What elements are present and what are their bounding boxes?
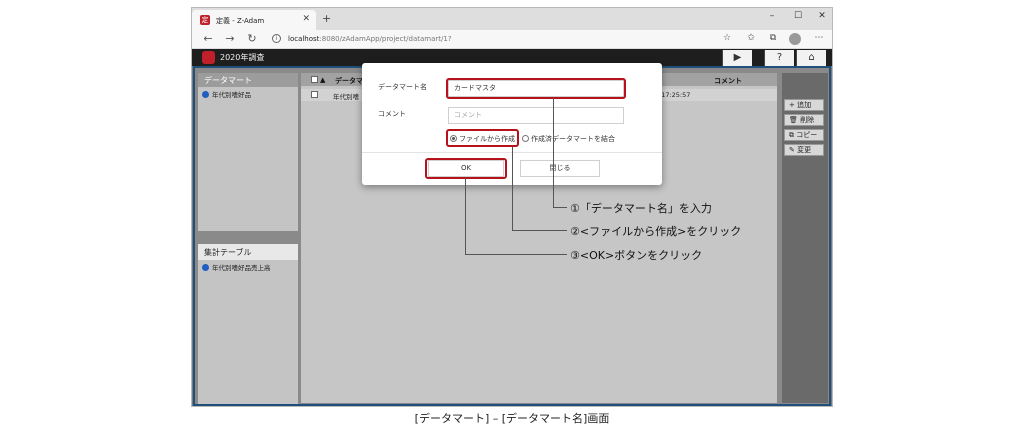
more-menu-icon[interactable]: ⋯: [812, 33, 826, 43]
figure-caption: [データマート] – [データマート名]画面: [414, 412, 610, 425]
project-title: 2020年調査: [220, 53, 265, 62]
datamart-item-label: 年代別嗜好品: [212, 91, 251, 99]
aggregate-item-label: 年代別嗜好品売上高: [212, 264, 271, 272]
datamart-list-item[interactable]: 年代別嗜好品: [198, 87, 298, 101]
favorites-list-icon[interactable]: ✩: [744, 33, 758, 43]
callout-line-1-v: [553, 98, 554, 208]
tab-bar: 定 定義 - Z-Adam ✕ + – ☐ ✕: [192, 8, 832, 30]
pencil-icon: ✎: [789, 146, 795, 154]
help-button[interactable]: ?: [764, 50, 794, 66]
highlight-ok-button: [425, 158, 507, 179]
aggregate-list-item[interactable]: 年代別嗜好品売上高: [198, 260, 298, 274]
close-button[interactable]: 閉じる: [520, 160, 600, 177]
tab-close-icon[interactable]: ✕: [302, 14, 310, 24]
check-icon: [202, 91, 209, 98]
trash-icon: 🗑: [789, 116, 798, 124]
radio-unselected-icon: [522, 135, 529, 142]
name-label: データマート名: [378, 83, 427, 91]
window-close-button[interactable]: ✕: [810, 11, 832, 21]
action-column: + 追加 🗑 削除 ⧉ コピー ✎ 変更: [782, 73, 828, 403]
callout-line-2-v: [512, 147, 513, 231]
radio-combine[interactable]: 作成済データマートを結合: [522, 134, 615, 144]
check-icon: [202, 264, 209, 271]
comment-input[interactable]: コメント: [448, 107, 624, 124]
maximize-button[interactable]: ☐: [786, 11, 810, 21]
browser-tab[interactable]: 定 定義 - Z-Adam ✕: [192, 10, 316, 30]
edit-button[interactable]: ✎ 変更: [784, 144, 824, 156]
callout-line-3-v: [465, 178, 466, 255]
datamart-panel: データマート 年代別嗜好品: [198, 73, 298, 231]
aggregate-table-panel: 集計テーブル 年代別嗜好品売上高: [198, 244, 298, 404]
forward-arrow-icon[interactable]: →: [222, 32, 238, 45]
add-button[interactable]: + 追加: [784, 99, 824, 111]
url-field[interactable]: localhost:8080/zAdamApp/project/datamart…: [288, 35, 452, 43]
plus-icon: +: [789, 101, 795, 109]
copy-icon: ⧉: [789, 131, 794, 139]
copy-label: コピー: [796, 131, 818, 139]
radio-combine-label: 作成済データマートを結合: [531, 135, 615, 143]
datamart-panel-title: データマート: [198, 73, 298, 87]
site-info-icon[interactable]: i: [272, 34, 281, 43]
row-name: 年代別嗜: [333, 93, 359, 101]
copy-button[interactable]: ⧉ コピー: [784, 129, 824, 141]
minimize-button[interactable]: –: [760, 11, 784, 21]
tab-title: 定義 - Z-Adam: [216, 17, 265, 25]
refresh-icon[interactable]: ↻: [244, 32, 260, 45]
back-arrow-icon[interactable]: ←: [200, 32, 216, 45]
col-header-comment[interactable]: コメント: [714, 76, 742, 86]
aggregate-panel-title: 集計テーブル: [198, 244, 298, 260]
address-bar-row: ← → ↻ i localhost:8080/zAdamApp/project/…: [192, 30, 832, 49]
callout-3: ③<OK>ボタンをクリック: [570, 249, 703, 262]
delete-label: 削除: [800, 116, 815, 124]
url-host: localhost: [288, 35, 320, 43]
sort-asc-icon[interactable]: ▲: [320, 76, 325, 84]
callout-2: ②<ファイルから作成>をクリック: [570, 225, 742, 238]
highlight-radio-from-file: [446, 129, 519, 147]
edit-label: 変更: [797, 146, 812, 154]
app-favicon-icon: 定: [200, 15, 210, 25]
callout-line-2-h: [512, 230, 567, 231]
run-button[interactable]: ▶: [722, 50, 752, 66]
home-button[interactable]: ⌂: [796, 50, 826, 66]
highlight-name-input: [446, 78, 626, 99]
delete-button[interactable]: 🗑 削除: [784, 114, 824, 126]
app-logo-icon: [202, 51, 215, 64]
new-tab-button[interactable]: +: [322, 12, 331, 25]
comment-label: コメント: [378, 110, 406, 118]
profile-avatar[interactable]: [789, 33, 801, 45]
select-all-checkbox[interactable]: [311, 76, 318, 83]
col-header-name[interactable]: データマ: [335, 76, 363, 86]
add-label: 追加: [797, 101, 812, 109]
callout-line-3-h: [465, 254, 567, 255]
url-path: :8080/zAdamApp/project/datamart/1?: [319, 35, 452, 43]
row-checkbox[interactable]: [311, 91, 318, 98]
favorite-star-icon[interactable]: ☆: [720, 33, 734, 43]
collections-icon[interactable]: ⧉: [766, 33, 780, 43]
callout-line-1-h: [553, 207, 567, 208]
callout-1: ①「データマート名」を入力: [570, 202, 712, 215]
